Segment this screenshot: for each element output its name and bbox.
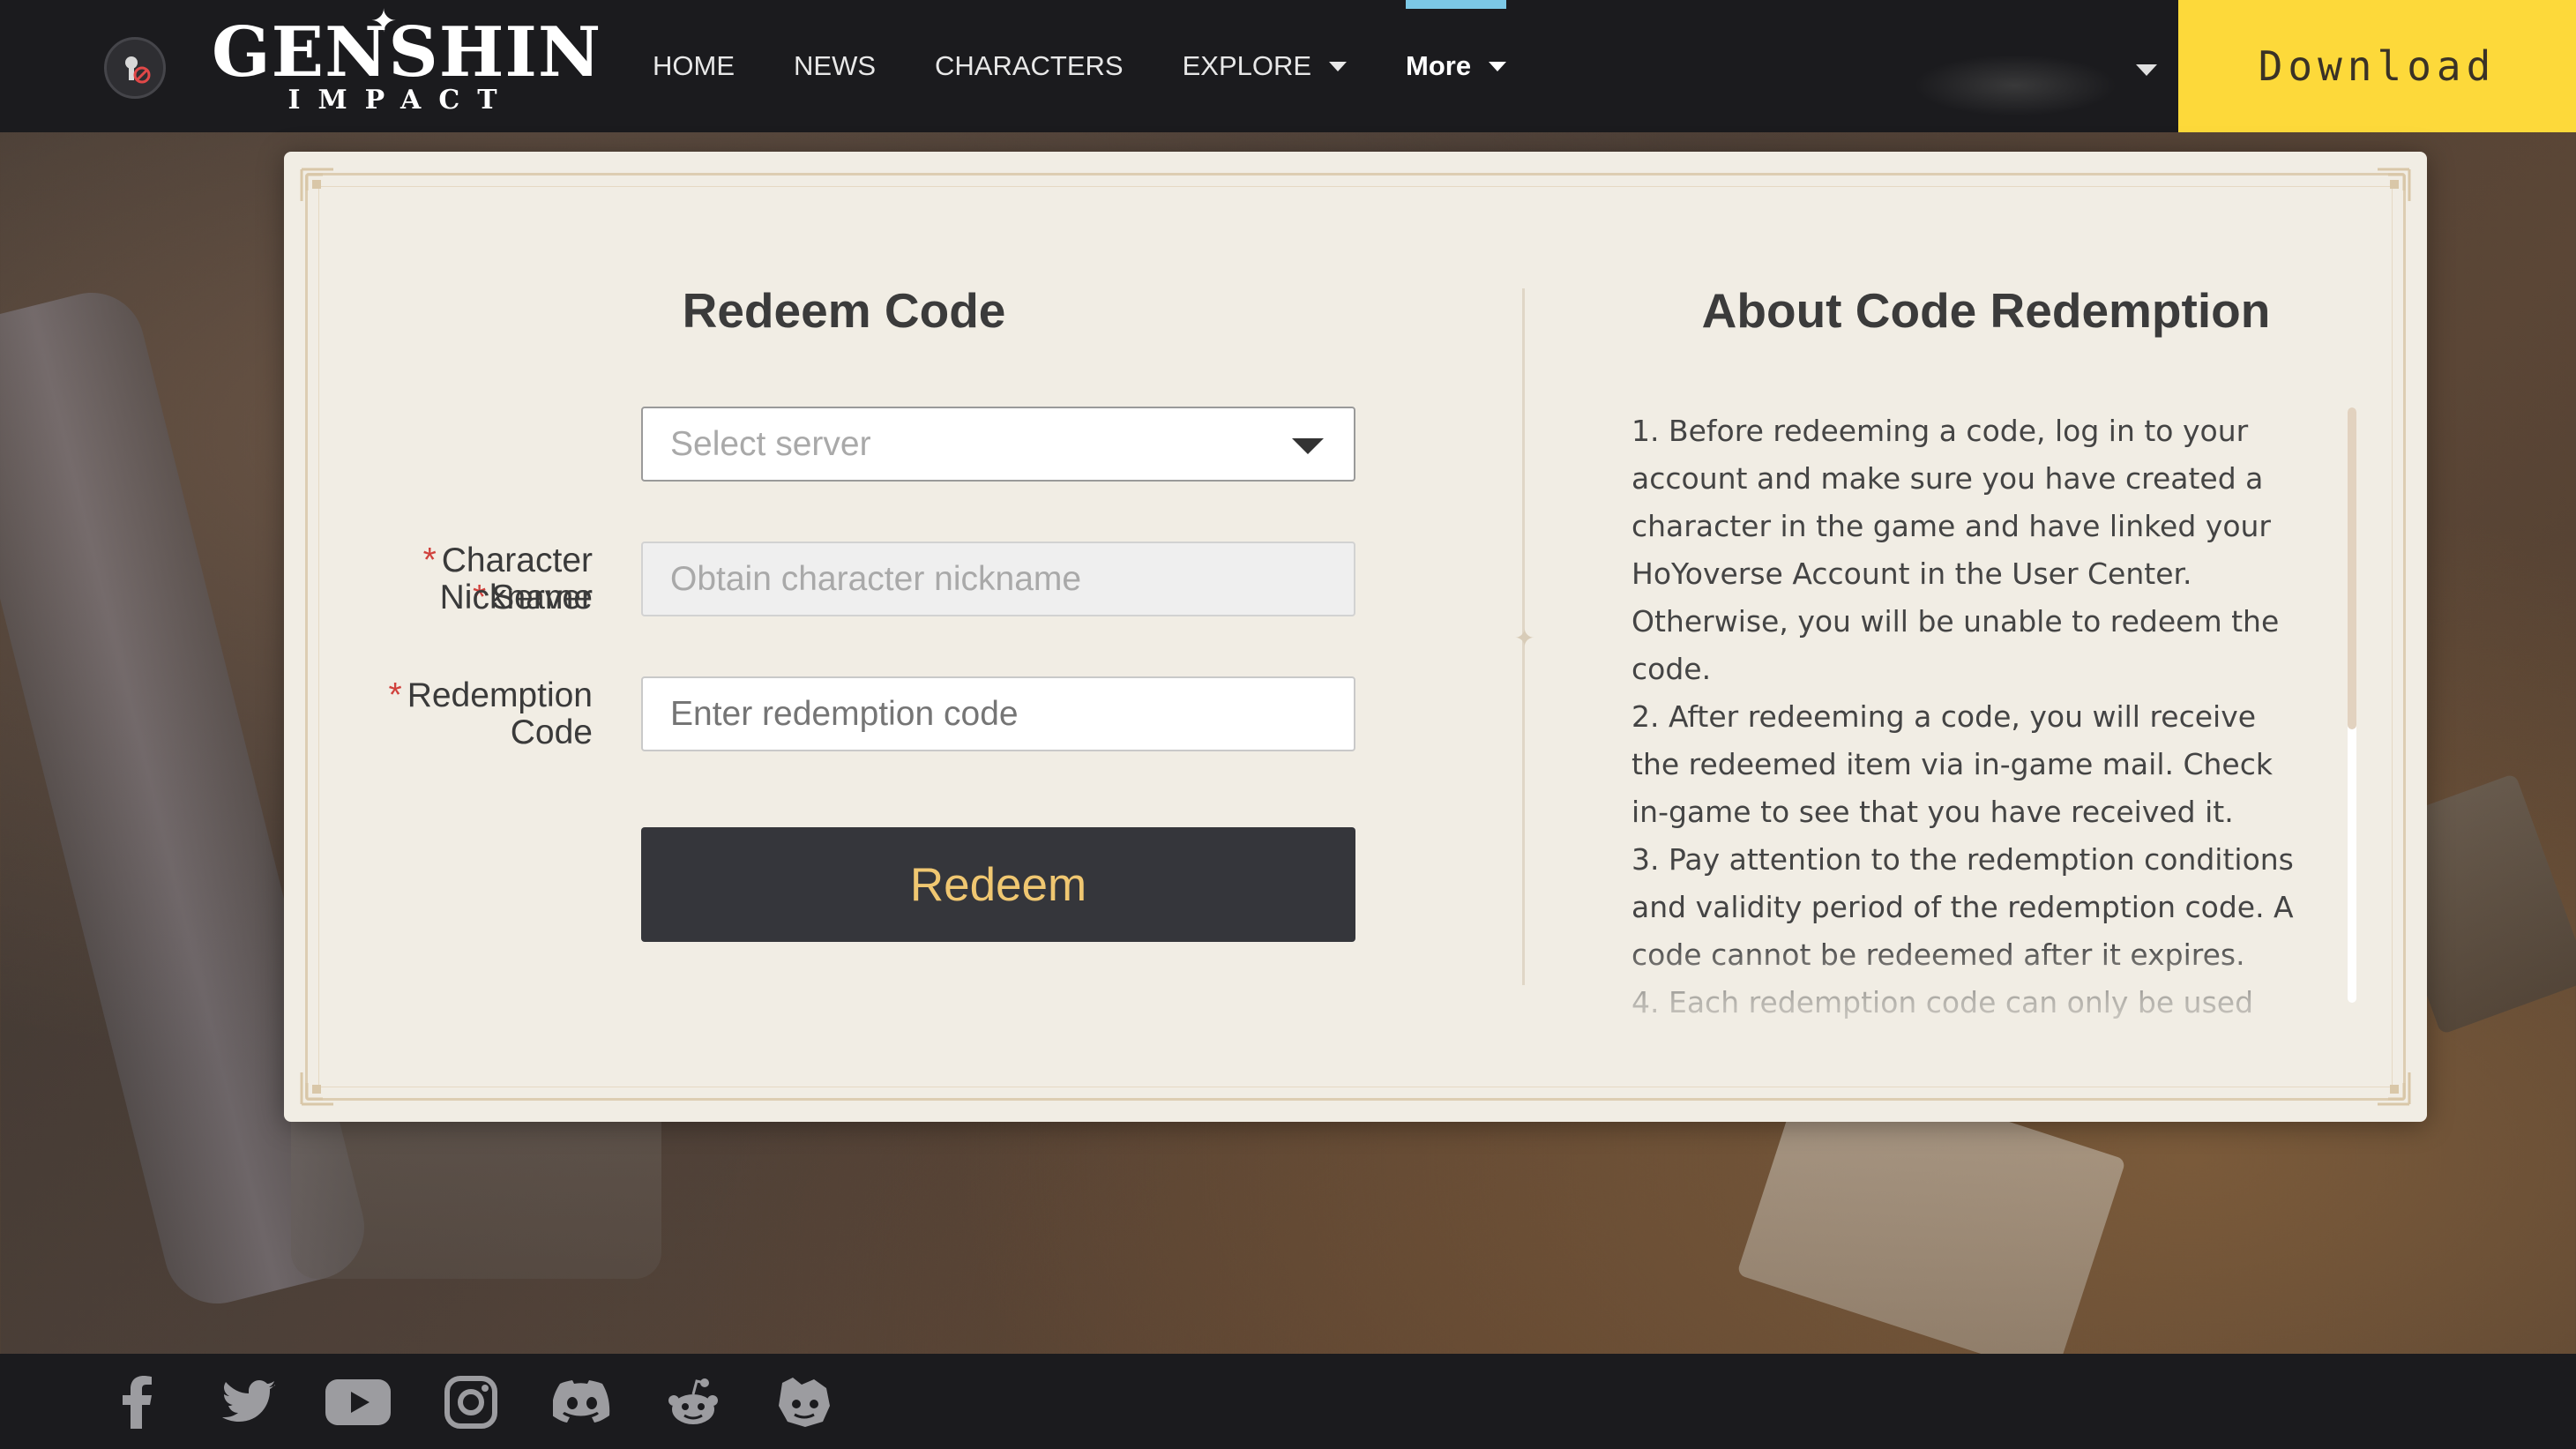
redeem-button[interactable]: Redeem: [641, 827, 1355, 942]
redemption-code-input[interactable]: [641, 676, 1355, 751]
nav-more-label: More: [1406, 50, 1472, 81]
discord-icon[interactable]: [549, 1375, 616, 1430]
redemption-code-label: * Redemption Code: [388, 676, 593, 751]
server-select[interactable]: Select server: [641, 407, 1355, 482]
chevron-down-icon: [1292, 438, 1324, 454]
nav-explore[interactable]: EXPLORE: [1182, 0, 1348, 132]
divider-ornament-icon: ✦: [1514, 624, 1535, 653]
corner-ornament-icon: [2378, 168, 2411, 201]
about-item: 4. Each redemption code can only be used: [1631, 985, 2254, 1020]
mute-audio-icon[interactable]: [104, 37, 166, 99]
about-scrollbar-thumb[interactable]: [2348, 407, 2356, 729]
required-marker: *: [422, 542, 437, 579]
chevron-down-icon: [1489, 61, 1507, 71]
youtube-icon[interactable]: [325, 1375, 392, 1430]
about-text-scroll-area[interactable]: 1. Before redeeming a code, log in to yo…: [1631, 407, 2311, 1148]
corner-ornament-icon: [2378, 1072, 2411, 1106]
facebook-icon[interactable]: [104, 1375, 171, 1430]
nav-news[interactable]: NEWS: [794, 0, 876, 132]
redeem-code-title: Redeem Code: [682, 283, 1006, 338]
instagram-icon[interactable]: [437, 1375, 504, 1430]
about-item: 3. Pay attention to the redemption condi…: [1631, 842, 2294, 972]
nav-more[interactable]: More: [1406, 0, 1507, 132]
required-marker: *: [388, 676, 402, 714]
hoyolab-icon[interactable]: [771, 1375, 838, 1430]
main-nav: HOME NEWS CHARACTERS EXPLORE More: [653, 0, 1565, 132]
corner-ornament-icon: [300, 168, 333, 201]
chevron-down-icon[interactable]: [2136, 64, 2157, 76]
twitter-icon[interactable]: [215, 1375, 282, 1430]
character-nickname-field: Obtain character nickname: [641, 542, 1355, 616]
account-language-selector[interactable]: [1914, 55, 2117, 116]
about-scrollbar[interactable]: [2348, 407, 2356, 1003]
nav-explore-label: EXPLORE: [1182, 50, 1312, 81]
about-item: 1. Before redeeming a code, log in to yo…: [1631, 414, 2280, 686]
reddit-icon[interactable]: [660, 1375, 727, 1430]
download-button[interactable]: Download: [2178, 0, 2576, 132]
nav-home[interactable]: HOME: [653, 0, 735, 132]
server-select-placeholder: Select server: [670, 424, 871, 463]
nickname-placeholder: Obtain character nickname: [670, 559, 1082, 598]
chevron-down-icon: [1329, 61, 1348, 71]
footer-social-bar: [0, 1354, 2576, 1449]
redeem-code-panel: ✦ Redeem Code * Server Select server * Cha…: [284, 152, 2427, 1122]
top-navigation-bar: ✦ GENSHIN IMPACT HOME NEWS CHARACTERS EX…: [0, 0, 2576, 132]
nickname-label: * Character Nickname: [422, 542, 593, 616]
about-item: 2. After redeeming a code, you will rece…: [1631, 699, 2273, 829]
logo-star-icon: ✦: [370, 4, 398, 40]
about-code-redemption-title: About Code Redemption: [1701, 283, 2271, 338]
corner-ornament-icon: [300, 1072, 333, 1106]
genshin-impact-logo[interactable]: ✦ GENSHIN IMPACT: [212, 4, 601, 123]
nav-characters[interactable]: CHARACTERS: [935, 0, 1124, 132]
